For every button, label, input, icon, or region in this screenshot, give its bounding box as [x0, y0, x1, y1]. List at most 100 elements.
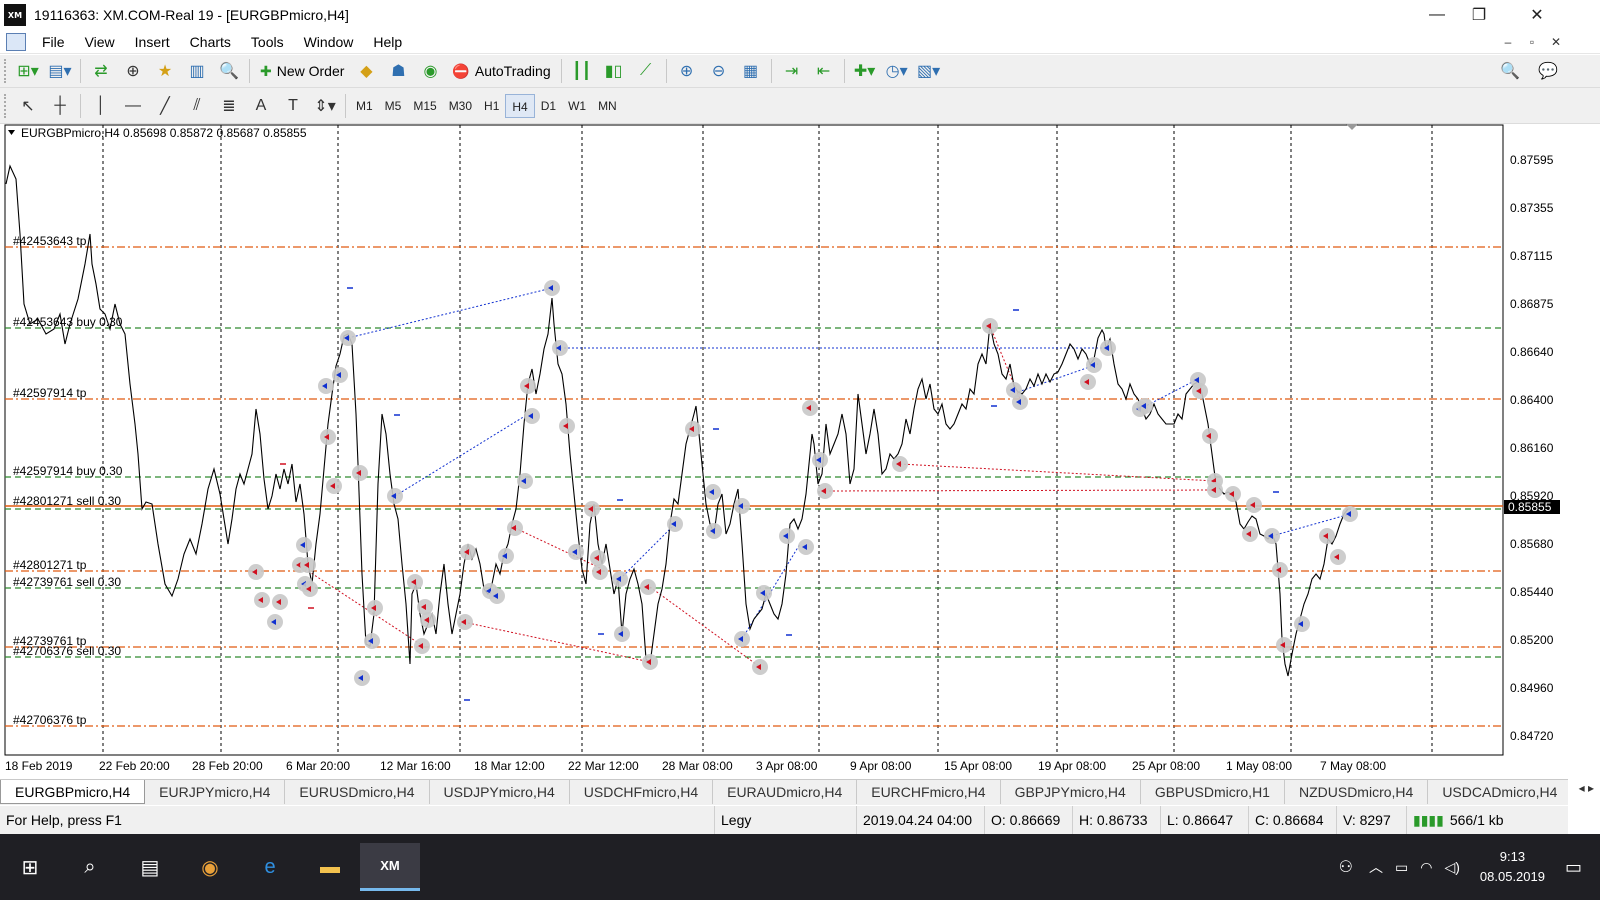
menu-help[interactable]: Help	[363, 30, 412, 54]
notifications-icon[interactable]: ▭	[1565, 857, 1582, 878]
chart-close-icon[interactable]: ✕	[1546, 33, 1566, 51]
timeframe-w1[interactable]: W1	[562, 94, 592, 118]
status-connection[interactable]: ▮▮▮▮ 566/1 kb	[1406, 806, 1526, 834]
timeframe-m5[interactable]: M5	[379, 94, 408, 118]
chart-minimize-icon[interactable]: –	[1498, 33, 1518, 51]
chat-icon[interactable]: 💬	[1534, 58, 1562, 84]
volume-icon[interactable]: ◁)	[1444, 859, 1459, 876]
tab-eurgbp[interactable]: EURGBPmicro,H4	[0, 780, 146, 804]
tab-usdcad[interactable]: USDCADmicro,H4	[1428, 780, 1568, 804]
timeframe-d1[interactable]: D1	[535, 94, 562, 118]
file-explorer-icon[interactable]: ▬	[300, 843, 360, 891]
channel-icon[interactable]: ⫽	[183, 93, 211, 119]
zoom-out-icon[interactable]: ⊖	[705, 58, 733, 84]
people-icon[interactable]: ⚇	[1339, 857, 1353, 877]
zoom-in-icon[interactable]: ⊕	[673, 58, 701, 84]
price-axis-label: 0.87595	[1510, 153, 1554, 167]
edge-icon[interactable]: e	[240, 843, 300, 891]
menu-window[interactable]: Window	[294, 30, 364, 54]
strategy-tester-icon[interactable]: 🔍	[215, 58, 243, 84]
menu-insert[interactable]: Insert	[125, 30, 180, 54]
profiles-icon[interactable]: ▤▾	[46, 58, 74, 84]
terminal-icon[interactable]: ▥	[183, 58, 211, 84]
tab-scroll-arrows[interactable]: ◂ ▸	[1579, 781, 1594, 795]
maximize-button[interactable]: ❐	[1456, 0, 1502, 30]
timeframe-m15[interactable]: M15	[407, 94, 442, 118]
order-label: #42706376 tp	[13, 713, 87, 727]
autotrading-button[interactable]: ⛔ AutoTrading	[448, 58, 554, 84]
battery-icon[interactable]: ▭	[1395, 859, 1408, 876]
bar-chart-icon[interactable]: ┃┃	[568, 58, 596, 84]
chart-restore-icon[interactable]: ▫	[1522, 33, 1542, 51]
periods-icon[interactable]: ◷▾	[883, 58, 911, 84]
timeframe-h1[interactable]: H1	[478, 94, 505, 118]
price-chart[interactable]: #42453643 tp #42453643 buy 0.30 #4259791…	[0, 124, 1568, 779]
chart-window[interactable]: #42453643 tp #42453643 buy 0.30 #4259791…	[0, 124, 1568, 779]
text-label-icon[interactable]: T	[279, 93, 307, 119]
search-icon[interactable]: ⌕	[60, 843, 120, 891]
timeframe-m1[interactable]: M1	[350, 94, 379, 118]
price-axis-label: 0.85680	[1510, 537, 1554, 551]
text-icon[interactable]: A	[247, 93, 275, 119]
arrows-icon[interactable]: ⇕▾	[311, 93, 339, 119]
xm-taskbar-icon[interactable]: XM	[360, 843, 420, 891]
tab-euraud[interactable]: EURAUDmicro,H4	[713, 780, 858, 804]
task-view-icon[interactable]: ▤	[120, 843, 180, 891]
tab-usdchf[interactable]: USDCHFmicro,H4	[570, 780, 714, 804]
data-window-icon[interactable]: ⊕	[119, 58, 147, 84]
tab-gbpusd[interactable]: GBPUSDmicro,H1	[1141, 780, 1285, 804]
tab-eurjpy[interactable]: EURJPYmicro,H4	[145, 780, 286, 804]
crosshair-icon[interactable]: ┼	[46, 93, 74, 119]
auto-scroll-icon[interactable]: ⇥	[778, 58, 806, 84]
toolbar-separator	[80, 93, 81, 118]
price-axis: 0.87595 0.87355 0.87115 0.86875 0.86640 …	[1510, 153, 1554, 743]
chart-header: EURGBPmicro,H4 0.85698 0.85872 0.85687 0…	[21, 126, 307, 140]
new-order-label: New Order	[276, 63, 345, 79]
tab-eurchf[interactable]: EURCHFmicro,H4	[857, 780, 1001, 804]
current-price-label: 0.85855	[1508, 500, 1552, 514]
horizontal-line-icon[interactable]: —	[119, 93, 147, 119]
market-icon[interactable]: ☗	[384, 58, 412, 84]
chrome-icon[interactable]: ◉	[180, 843, 240, 891]
minimize-button[interactable]: —	[1414, 0, 1460, 30]
toolbar-grip[interactable]	[4, 93, 8, 118]
tab-usdjpy[interactable]: USDJPYmicro,H4	[430, 780, 570, 804]
tab-gbpjpy[interactable]: GBPJPYmicro,H4	[1001, 780, 1141, 804]
vertical-line-icon[interactable]: │	[87, 93, 115, 119]
trendline-icon[interactable]: ╱	[151, 93, 179, 119]
line-chart-icon[interactable]: ⟋	[632, 58, 660, 84]
candlestick-icon[interactable]: ▮▯	[600, 58, 628, 84]
menu-view[interactable]: View	[75, 30, 125, 54]
fibonacci-icon[interactable]: ≣	[215, 93, 243, 119]
toolbar-grip[interactable]	[4, 59, 8, 83]
templates-icon[interactable]: ▧▾	[915, 58, 943, 84]
signals-icon[interactable]: ◉	[416, 58, 444, 84]
windows-start-icon[interactable]: ⊞	[0, 843, 60, 891]
market-watch-icon[interactable]: ⇄	[87, 58, 115, 84]
system-tray: ⚇ ︿ ▭ ◠ ◁) 9:13 08.05.2019 ▭	[1329, 834, 1600, 900]
cursor-icon[interactable]: ↖	[14, 93, 42, 119]
menu-file[interactable]: File	[32, 30, 75, 54]
order-label: #42801271 sell 0.30	[13, 494, 121, 508]
new-chart-icon[interactable]: ⊞▾	[14, 58, 42, 84]
clock[interactable]: 9:13 08.05.2019	[1480, 847, 1545, 887]
tray-chevron-icon[interactable]: ︿	[1369, 857, 1383, 877]
search-icon[interactable]: 🔍	[1496, 58, 1524, 84]
close-button[interactable]: ✕	[1514, 0, 1560, 30]
wifi-icon[interactable]: ◠	[1420, 859, 1432, 876]
chart-shift-icon[interactable]: ⇤	[810, 58, 838, 84]
indicators-icon[interactable]: ✚▾	[851, 58, 879, 84]
tile-windows-icon[interactable]: ▦	[737, 58, 765, 84]
price-axis-label: 0.85200	[1510, 633, 1554, 647]
tab-nzdusd[interactable]: NZDUSDmicro,H4	[1285, 780, 1429, 804]
navigator-icon[interactable]: ★	[151, 58, 179, 84]
menu-charts[interactable]: Charts	[180, 30, 241, 54]
timeframe-h4[interactable]: H4	[505, 93, 535, 118]
menu-tools[interactable]: Tools	[241, 30, 294, 54]
metaeditor-icon[interactable]: ◆	[352, 58, 380, 84]
tab-eurusd[interactable]: EURUSDmicro,H4	[285, 780, 430, 804]
timeframe-mn[interactable]: MN	[592, 94, 623, 118]
new-order-button[interactable]: ✚ New Order	[256, 58, 348, 84]
timeframe-m30[interactable]: M30	[443, 94, 478, 118]
chart-window-icon[interactable]	[6, 32, 26, 51]
